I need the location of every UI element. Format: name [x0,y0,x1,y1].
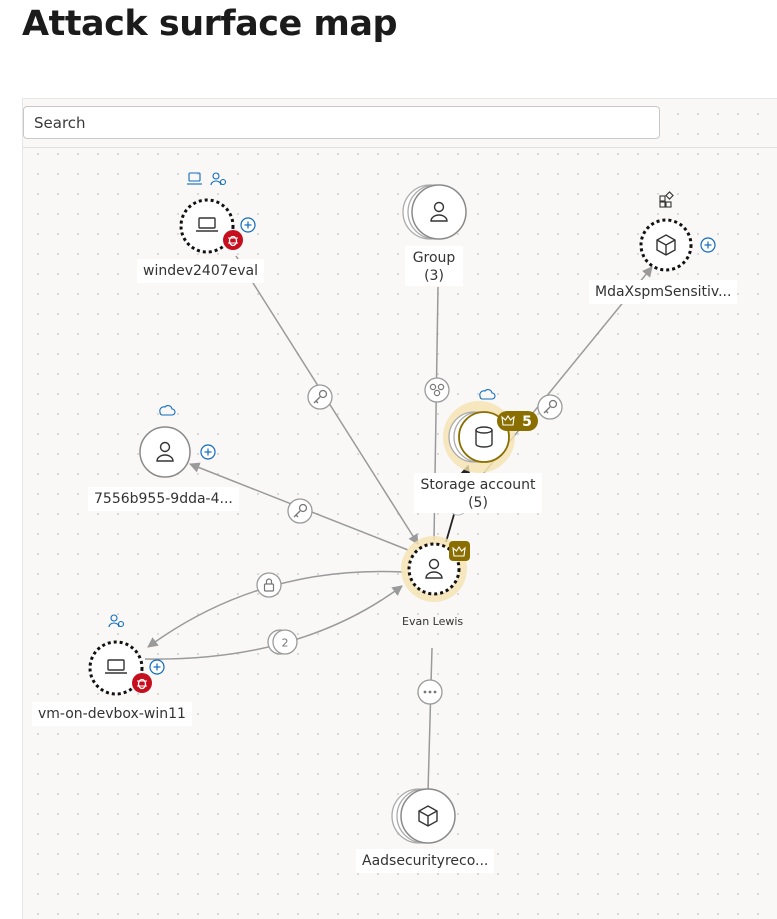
edge-count-text: 2 [282,637,289,650]
node-label-user7556: 7556b955-9dda-4... [88,487,239,511]
key-edge-icon[interactable] [287,498,313,524]
attack-graph: 2 5 [88,172,716,844]
group-name: Group [412,250,456,266]
user-tag-icon [210,172,227,186]
node-label-evan: Evan Lewis [402,615,464,628]
apps-tag-icon [659,191,674,208]
user-tag-icon [108,614,125,628]
crown-icon [449,541,470,561]
storage-name: Storage account [420,477,536,493]
expand-plus-icon[interactable] [149,659,165,675]
edge-evan-to-aad[interactable] [427,647,433,793]
node-label-storage: Storage account (5) [414,473,542,513]
node-label-mda: MdaXspmSensitiv... [589,280,738,304]
node-label-group: Group (3) [405,246,463,286]
more-edge-icon[interactable] [417,679,443,705]
node-aad[interactable] [391,788,456,844]
critical-count: 5 [522,414,532,430]
node-label-vm: vm-on-devbox-win11 [32,702,192,726]
group-edge-icon[interactable] [424,377,450,403]
node-user7556[interactable] [139,426,191,478]
key-edge-icon[interactable] [537,394,563,420]
bug-icon [223,230,243,250]
device-tag-icon [187,172,202,185]
node-mda[interactable] [639,218,693,272]
lock-edge-icon[interactable] [256,572,282,598]
cloud-tag-icon [159,405,176,416]
expand-plus-icon[interactable] [200,444,216,460]
group-count: (3) [424,268,444,284]
storage-count: (5) [468,495,488,511]
node-windev[interactable] [179,198,243,254]
node-group[interactable] [402,184,467,240]
cloud-tag-icon [479,389,496,400]
node-label-windev: windev2407eval [137,259,264,283]
node-label-aad: Aadsecurityreco... [356,849,495,873]
key-edge-icon[interactable] [307,384,333,410]
bug-icon [132,673,152,693]
expand-plus-icon[interactable] [700,237,716,253]
critical-asset-badge: 5 [497,411,538,431]
multi-edge-count[interactable]: 2 [267,629,298,655]
expand-plus-icon[interactable] [240,217,256,233]
node-vm[interactable] [88,640,152,696]
